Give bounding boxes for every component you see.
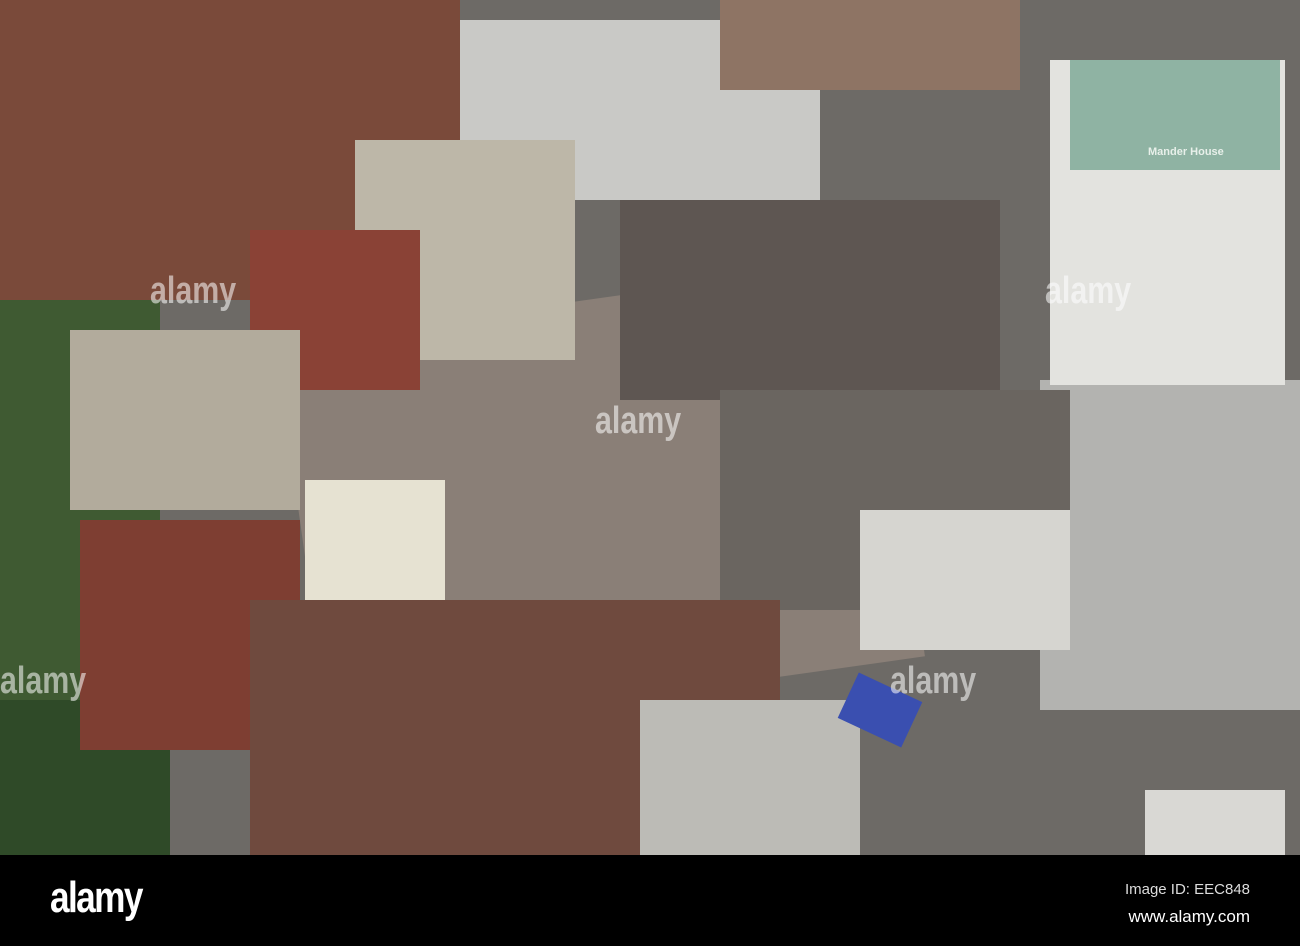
aerial-photo: Mander House alamy alamy alamy alamy ala… (0, 0, 1300, 855)
site-url: www.alamy.com (1128, 907, 1250, 926)
footer-bar: alamy Image ID: EEC848 www.alamy.com (0, 855, 1300, 946)
watermark: alamy (1045, 270, 1132, 312)
watermark: alamy (890, 660, 977, 702)
rooftops (620, 200, 1000, 400)
alamy-logo: alamy (50, 873, 143, 922)
car-park (1040, 380, 1300, 710)
mander-house-sign: Mander House (1148, 146, 1224, 158)
image-id: Image ID: EEC848 (1124, 881, 1250, 898)
office-block (720, 0, 1020, 90)
watermark: alamy (150, 270, 237, 312)
shopping-centre (860, 510, 1070, 650)
flat-roof-building (640, 700, 860, 855)
civic-building (70, 330, 300, 510)
watermark: alamy (0, 660, 87, 702)
watermark: alamy (595, 400, 682, 442)
round-building (1145, 790, 1285, 855)
